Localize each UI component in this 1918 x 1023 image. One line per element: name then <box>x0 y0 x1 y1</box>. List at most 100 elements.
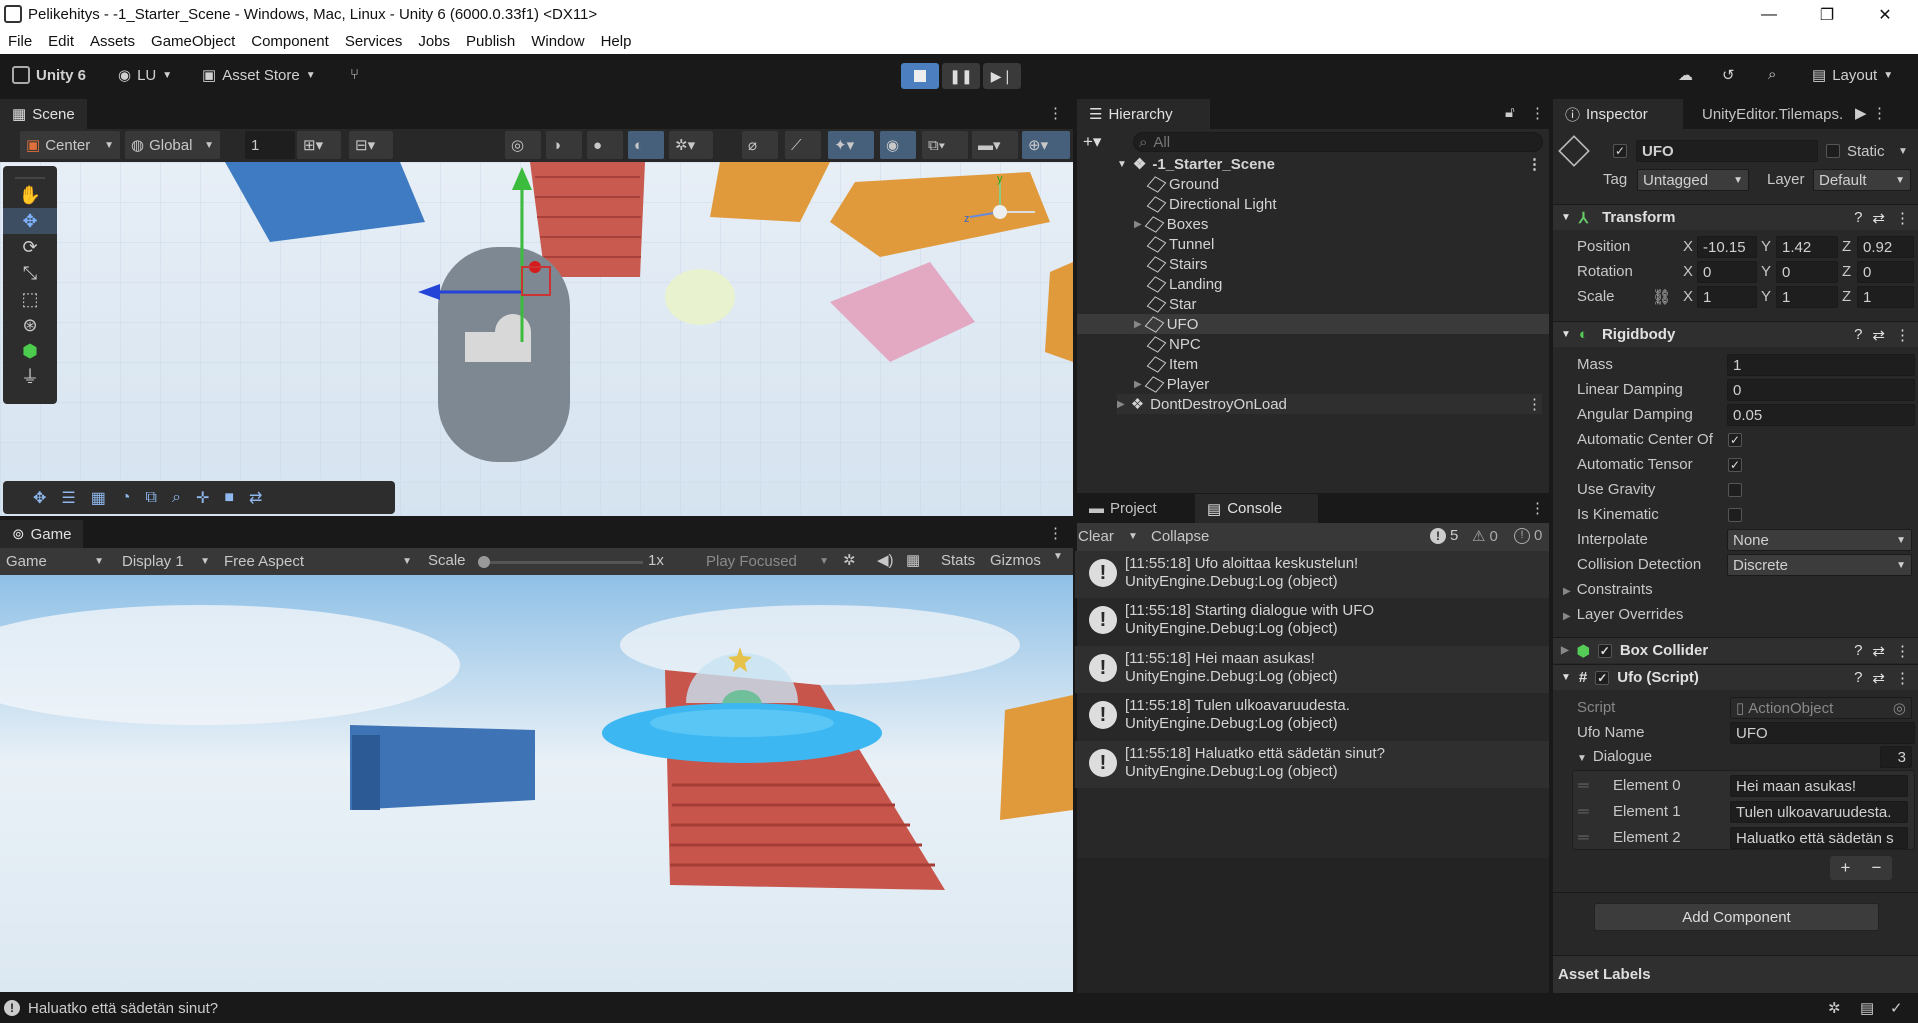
mass-input[interactable]: 1 <box>1727 354 1915 376</box>
draw-mode-wireframe-icon[interactable]: ◎ <box>505 131 541 159</box>
auto-tensor-checkbox[interactable]: ✓ <box>1728 458 1742 472</box>
object-name-input[interactable]: UFO <box>1636 140 1818 162</box>
angular-damping-input[interactable]: 0.05 <box>1727 404 1915 426</box>
grid-snap-icon[interactable]: ⊞▾ <box>297 131 341 159</box>
drag-handle-icon[interactable]: ═ <box>1578 777 1589 794</box>
custom-tool-icon[interactable]: ⬢ <box>3 338 57 364</box>
menu-services[interactable]: Services <box>337 33 411 50</box>
help-icon[interactable]: ? <box>1854 642 1862 659</box>
menu-gameobject[interactable]: GameObject <box>143 33 243 50</box>
visibility-icon[interactable]: ◉ <box>880 131 916 159</box>
game-mode-dropdown[interactable]: Game ▼ <box>0 548 110 575</box>
probuilder-tool-icon[interactable]: ⏚ <box>3 364 57 390</box>
more-menu-icon[interactable]: ⋮ <box>1527 395 1542 413</box>
scale-tool-icon[interactable]: ⤡ <box>3 260 57 286</box>
more-menu-icon[interactable]: ⋮ <box>1895 669 1910 687</box>
overlay-orbit-icon[interactable]: ◔ <box>121 489 131 507</box>
tab-scroll-right-icon[interactable]: ▶ <box>1855 104 1867 122</box>
tab-scene[interactable]: ▦ Scene <box>0 99 87 129</box>
maximize-button[interactable]: ❐ <box>1804 0 1850 29</box>
element-0-input[interactable]: Hei maan asukas! <box>1730 775 1908 797</box>
pause-button[interactable]: ❚❚ <box>942 63 980 89</box>
collision-detection-dropdown[interactable]: Discrete ▼ <box>1727 554 1912 576</box>
clear-button[interactable]: Clear <box>1078 528 1114 545</box>
progress-check-icon[interactable]: ✓ <box>1890 999 1903 1017</box>
add-component-button[interactable]: Add Component <box>1594 903 1879 931</box>
asset-store-dropdown[interactable]: ▣ Asset Store ▼ <box>202 66 316 85</box>
history-icon[interactable]: ↺ <box>1722 66 1735 84</box>
more-menu-icon[interactable]: ⋮ <box>1895 326 1910 344</box>
render-pipeline-icon[interactable]: ▤ <box>1860 999 1874 1017</box>
scale-y-input[interactable]: 1 <box>1776 286 1838 308</box>
play-focused-dropdown[interactable]: Play Focused ▼ <box>700 548 835 575</box>
aspect-dropdown[interactable]: Free Aspect ▼ <box>218 548 418 575</box>
debug-off-icon[interactable]: ✲ <box>1828 999 1841 1017</box>
draw-mode-shaded-icon[interactable]: ● <box>587 131 623 159</box>
use-gravity-checkbox[interactable] <box>1728 483 1742 497</box>
ufo-script-header[interactable]: ▼ # ✓ Ufo (Script)? ⇄ ⋮ <box>1553 664 1918 690</box>
position-x-input[interactable]: -10.15 <box>1697 236 1757 258</box>
tab-hierarchy[interactable]: ☰ Hierarchy <box>1077 99 1210 129</box>
draw-mode-shaded-wire-icon[interactable]: ◑ <box>546 131 582 159</box>
status-message[interactable]: Haluatko että sädetän sinut? <box>28 1000 218 1017</box>
tab-console[interactable]: ▤ Console <box>1195 494 1318 523</box>
error-count-toggle[interactable]: ! 0 <box>1514 527 1542 544</box>
log-count-toggle[interactable]: ! 5 <box>1430 527 1458 544</box>
debug-draw-icon[interactable]: ✲▾ <box>669 131 713 159</box>
menu-edit[interactable]: Edit <box>40 33 82 50</box>
version-control-icon[interactable]: ⑂ <box>350 66 359 83</box>
overlay-move-icon[interactable]: ✥ <box>33 488 46 508</box>
audio-icon[interactable]: ◀) <box>877 551 894 569</box>
ufo-script-checkbox[interactable]: ✓ <box>1595 670 1610 685</box>
rotate-tool-icon[interactable]: ⟳ <box>3 234 57 260</box>
overlay-shuffle-icon[interactable]: ⇄ <box>249 488 262 508</box>
more-menu-icon[interactable]: ⋮ <box>1048 524 1063 542</box>
auto-center-checkbox[interactable]: ✓ <box>1728 433 1742 447</box>
linear-damping-input[interactable]: 0 <box>1727 379 1915 401</box>
rotation-z-input[interactable]: 0 <box>1857 261 1914 283</box>
more-menu-icon[interactable]: ⋮ <box>1895 642 1910 660</box>
asset-labels-header[interactable]: Asset Labels <box>1553 955 1918 993</box>
stats-button[interactable]: Stats <box>941 552 975 569</box>
menu-help[interactable]: Help <box>593 33 640 50</box>
more-menu-icon[interactable]: ⋮ <box>1530 499 1545 517</box>
menu-assets[interactable]: Assets <box>82 33 143 50</box>
help-icon[interactable]: ? <box>1854 326 1862 343</box>
warning-count-toggle[interactable]: ⚠ 0 <box>1472 527 1498 546</box>
layer-overrides-foldout[interactable]: ▶ Layer Overrides <box>1563 606 1683 623</box>
link-scale-icon[interactable]: ⛓ <box>1652 288 1671 306</box>
rotation-y-input[interactable]: 0 <box>1776 261 1838 283</box>
add-element-button[interactable]: + <box>1841 858 1851 878</box>
box-collider-header[interactable]: ▶ ⬢ ✓ Box Collider? ⇄ ⋮ <box>1553 637 1918 663</box>
tag-dropdown[interactable]: Untagged ▼ <box>1637 169 1749 191</box>
preset-icon[interactable]: ⇄ <box>1872 642 1885 660</box>
scale-z-input[interactable]: 1 <box>1857 286 1914 308</box>
console-log-row[interactable]: ! [11:55:18] Tulen ulkoavaruudesta. UnityE… <box>1075 693 1551 740</box>
draw-mode-unlit-icon[interactable]: ◐ <box>628 131 664 159</box>
pivot-dropdown[interactable]: ▣ Center ▼ <box>20 131 120 159</box>
account-dropdown[interactable]: ◉ LU ▼ <box>118 66 172 85</box>
overlay-grid-icon[interactable]: ▦ <box>91 488 106 508</box>
box-collider-checkbox[interactable]: ✓ <box>1597 643 1612 658</box>
overlay-pivot-icon[interactable]: ✛ <box>196 488 209 508</box>
rotation-x-input[interactable]: 0 <box>1697 261 1757 283</box>
chevron-down-icon[interactable]: ▼ <box>1053 551 1063 562</box>
effects-toggle-icon[interactable]: ✦▾ <box>828 131 874 159</box>
tab-tilemaps[interactable]: UnityEditor.Tilemaps. <box>1690 99 1865 129</box>
layout-dropdown[interactable]: ▤ Layout ▼ <box>1812 66 1893 85</box>
hierarchy-scene-row[interactable]: ▼ ❖ -1_Starter_Scene ⋮ <box>1117 154 1542 174</box>
preset-icon[interactable]: ⇄ <box>1872 209 1885 227</box>
chevron-down-icon[interactable]: ▼ <box>1898 143 1908 157</box>
menu-component[interactable]: Component <box>243 33 337 50</box>
tab-game[interactable]: ⊚ Game <box>0 520 84 548</box>
overlay-layers-icon[interactable]: ⧉ <box>146 489 157 507</box>
scale-x-input[interactable]: 1 <box>1697 286 1757 308</box>
search-icon[interactable]: ⌕ <box>1768 66 1776 83</box>
element-2-input[interactable]: Haluatko että sädetän s <box>1730 827 1908 849</box>
tab-project[interactable]: ▬ Project <box>1077 494 1169 523</box>
scale-slider-handle[interactable] <box>478 556 490 568</box>
menu-jobs[interactable]: Jobs <box>410 33 458 50</box>
position-z-input[interactable]: 0.92 <box>1857 236 1914 258</box>
lighting-toggle-icon[interactable]: ⟋ <box>785 131 821 159</box>
overlay-search-icon[interactable]: ⌕ <box>172 489 181 507</box>
